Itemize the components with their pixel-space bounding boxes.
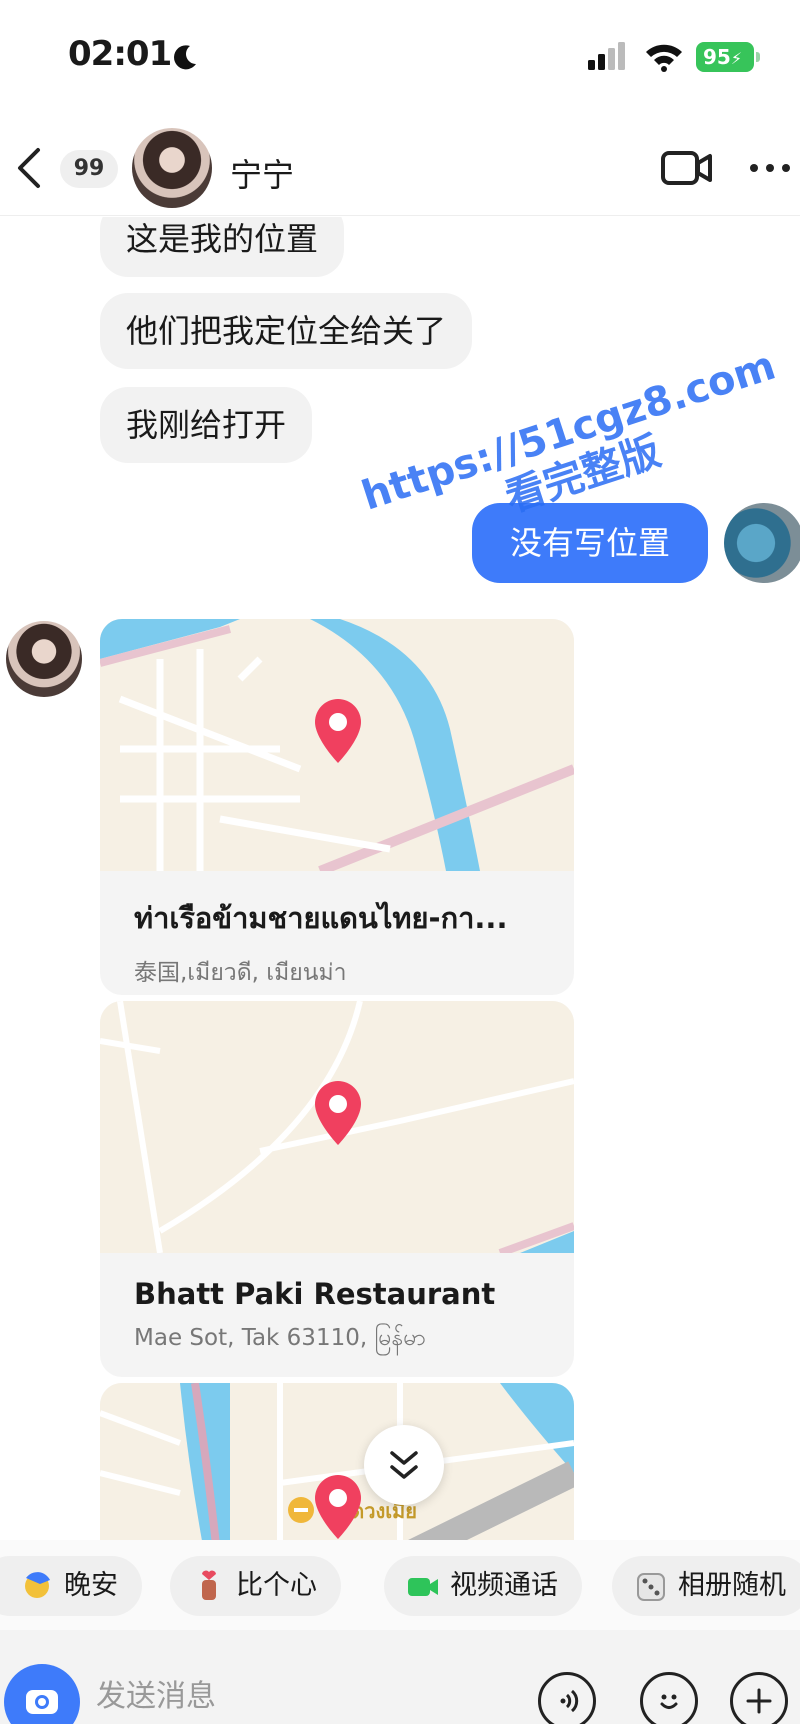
video-camera-icon [408, 1578, 438, 1596]
location-address: Mae Sot, Tak 63110, မြန်မာ [134, 1325, 426, 1351]
location-pin-icon [315, 699, 361, 763]
quick-reply-bar: 晚安 比个心 视频通话 相册随机 [0, 1540, 800, 1630]
battery-indicator: 95⚡ [696, 42, 760, 72]
dice-icon [637, 1573, 665, 1601]
status-bar: 02:01 95⚡ [0, 0, 800, 120]
back-arrow-icon[interactable] [12, 146, 48, 190]
status-time: 02:01 [68, 34, 172, 74]
camera-button[interactable] [4, 1664, 80, 1724]
message-input-bar [0, 1630, 800, 1724]
chat-messages[interactable]: 这是我的位置 他们把我定位全给关了 我刚给打开 没有写位置 ท่าเรือข้า… [0, 217, 800, 1540]
voice-wave-icon [560, 1689, 579, 1713]
quick-reply-label: 晚安 [64, 1570, 118, 1601]
contact-avatar[interactable] [132, 128, 212, 208]
message-bubble-outgoing[interactable]: 没有写位置 [472, 503, 708, 583]
quick-reply-chip[interactable]: 比个心 [170, 1556, 341, 1616]
location-card[interactable]: Bhatt Paki Restaurant Mae Sot, Tak 63110… [100, 1001, 574, 1377]
more-options-icon[interactable] [748, 148, 792, 188]
message-input[interactable] [96, 1668, 516, 1724]
location-info: Bhatt Paki Restaurant Mae Sot, Tak 63110… [100, 1253, 574, 1377]
moon-icon [174, 45, 196, 70]
smiley-icon [660, 1694, 678, 1709]
location-card[interactable]: ท่าเรือข้ามชายแดนไทย-กา... 泰国,เมียวดี, เ… [100, 619, 574, 995]
map-thumbnail: าดวงเมีย [100, 1383, 574, 1540]
quick-reply-label: 视频通话 [450, 1570, 558, 1601]
wifi-icon [646, 44, 682, 72]
chat-header: 99 宁宁 [0, 120, 800, 216]
contact-avatar-small[interactable] [6, 621, 82, 697]
camera-icon [26, 1690, 58, 1714]
location-name: ท่าเรือข้ามชายแดนไทย-กา... [134, 901, 508, 935]
message-bubble-incoming[interactable]: 我刚给打开 [100, 387, 313, 463]
quick-reply-label: 比个心 [236, 1570, 317, 1601]
location-pin-icon [315, 1475, 361, 1539]
quick-reply-chip[interactable]: 晚安 [0, 1556, 142, 1616]
location-address: 泰国,เมียวดี, เมียนม่า [134, 960, 347, 986]
heart-gesture-icon [202, 1570, 216, 1600]
location-info: ท่าเรือข้ามชายแดนไทย-กา... 泰国,เมียวดี, เ… [100, 871, 574, 995]
signal-icon [588, 42, 625, 70]
my-avatar[interactable] [724, 503, 800, 583]
message-bubble-incoming[interactable]: 这是我的位置 [100, 217, 345, 277]
more-actions-button[interactable] [730, 1672, 788, 1724]
location-pin-icon [315, 1081, 361, 1145]
voice-button[interactable] [538, 1672, 596, 1724]
quick-reply-label: 相册随机 [678, 1570, 786, 1601]
map-thumbnail [100, 1001, 574, 1253]
message-bubble-incoming[interactable]: 他们把我定位全给关了 [100, 293, 473, 369]
scroll-to-bottom-button[interactable] [364, 1425, 444, 1505]
map-thumbnail [100, 619, 574, 871]
location-name: Bhatt Paki Restaurant [134, 1277, 496, 1311]
battery-level: 95 [703, 45, 731, 69]
moon-face-icon [25, 1572, 50, 1598]
unread-count-badge[interactable]: 99 [60, 150, 118, 188]
video-call-icon[interactable] [660, 148, 714, 188]
contact-name[interactable]: 宁宁 [230, 150, 294, 196]
watermark-url: https://51cgz8.com [356, 342, 782, 520]
double-chevron-down-icon [390, 1451, 418, 1479]
location-card[interactable]: าดวงเมีย [100, 1383, 574, 1540]
plus-icon [746, 1688, 772, 1714]
quick-reply-chip[interactable]: 相册随机 [612, 1556, 800, 1616]
emoji-button[interactable] [640, 1672, 698, 1724]
quick-reply-chip[interactable]: 视频通话 [384, 1556, 582, 1616]
